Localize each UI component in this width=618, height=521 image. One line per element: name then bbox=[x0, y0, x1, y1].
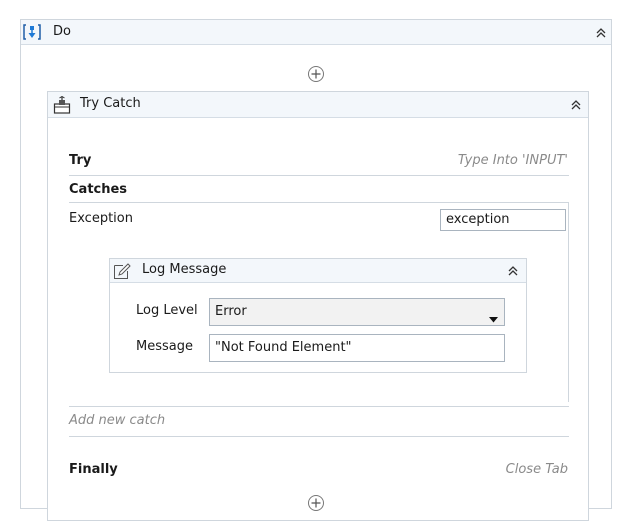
finally-body[interactable]: Close Tab bbox=[506, 462, 568, 477]
dropdown-arrow-icon bbox=[489, 309, 498, 325]
message-input[interactable]: "Not Found Element" bbox=[209, 334, 505, 362]
try-catch-icon bbox=[53, 95, 71, 114]
try-catch-header[interactable]: Try Catch bbox=[48, 92, 588, 118]
log-message-panel[interactable]: Log Message Log Level Error Message "Not… bbox=[109, 258, 527, 373]
collapse-icon[interactable] bbox=[570, 99, 582, 111]
log-level-select[interactable]: Error bbox=[209, 298, 505, 326]
add-activity-plus-icon[interactable] bbox=[307, 65, 325, 83]
log-message-title: Log Message bbox=[142, 262, 227, 277]
do-sequence-panel[interactable]: Do Try Catch Try Type Into 'INPUT' Catch… bbox=[20, 19, 612, 521]
divider bbox=[69, 436, 569, 437]
do-sequence-title: Do bbox=[53, 24, 71, 39]
divider bbox=[69, 175, 569, 176]
try-label: Try bbox=[69, 153, 92, 168]
collapse-icon[interactable] bbox=[507, 265, 519, 277]
try-body[interactable]: Type Into 'INPUT' bbox=[458, 153, 568, 168]
add-new-catch-link[interactable]: Add new catch bbox=[69, 413, 165, 428]
log-message-icon bbox=[113, 262, 131, 280]
exception-variable-input[interactable]: exception bbox=[440, 209, 566, 231]
try-catch-panel[interactable]: Try Catch Try Type Into 'INPUT' Catches … bbox=[47, 91, 589, 521]
do-sequence-header[interactable]: Do bbox=[21, 20, 611, 45]
exception-type-label: Exception bbox=[69, 211, 133, 226]
divider bbox=[69, 406, 569, 407]
catch-block[interactable]: Exception exception Log Message Log Leve… bbox=[69, 202, 569, 402]
sequence-icon bbox=[23, 24, 41, 40]
catches-label: Catches bbox=[69, 182, 128, 197]
log-level-value: Error bbox=[215, 304, 247, 319]
add-activity-plus-icon[interactable] bbox=[307, 494, 325, 512]
log-message-header[interactable]: Log Message bbox=[110, 259, 526, 283]
message-label: Message bbox=[136, 339, 193, 354]
log-level-label: Log Level bbox=[136, 303, 198, 318]
collapse-icon[interactable] bbox=[595, 27, 607, 39]
finally-label: Finally bbox=[69, 462, 118, 477]
try-catch-title: Try Catch bbox=[80, 96, 141, 111]
